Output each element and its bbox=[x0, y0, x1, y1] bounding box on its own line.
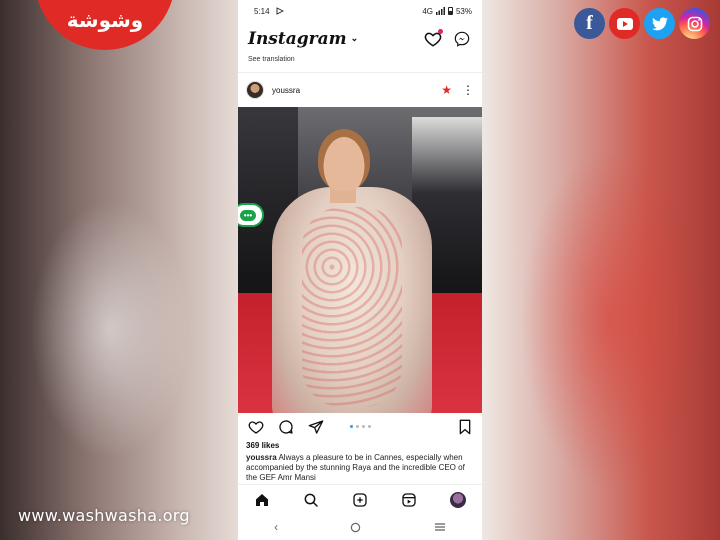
battery-percent: 53% bbox=[455, 6, 472, 16]
avatar[interactable] bbox=[246, 81, 264, 99]
profile-avatar[interactable] bbox=[449, 491, 466, 508]
activity-heart-icon[interactable] bbox=[424, 29, 443, 48]
post-photo[interactable]: ••• bbox=[238, 107, 482, 413]
bottom-nav bbox=[238, 484, 482, 514]
app-title-text: Instagram bbox=[248, 29, 347, 49]
site-logo-text: وشوشة bbox=[66, 8, 144, 32]
photo-dress bbox=[272, 187, 432, 413]
carousel-dot bbox=[362, 425, 365, 428]
carousel-dot bbox=[356, 425, 359, 428]
cast-icon bbox=[276, 7, 284, 15]
carousel-dot bbox=[368, 425, 371, 428]
battery-icon bbox=[447, 7, 453, 15]
favorite-star-icon[interactable]: ★ bbox=[441, 83, 452, 97]
post-caption: youssra Always a pleasure to be in Canne… bbox=[238, 453, 482, 483]
site-logo[interactable]: وشوشة bbox=[35, 0, 175, 50]
status-time: 5:14 bbox=[254, 6, 270, 16]
social-icons: f bbox=[574, 8, 710, 39]
home-circle-icon[interactable] bbox=[350, 522, 361, 533]
background-blur-right bbox=[520, 150, 700, 490]
post-user[interactable]: youssra bbox=[246, 81, 300, 99]
notification-dot bbox=[438, 29, 443, 34]
watermark-url: www.washwasha.org bbox=[18, 506, 190, 525]
photo-face bbox=[318, 129, 370, 191]
search-icon[interactable] bbox=[303, 492, 319, 508]
app-title[interactable]: Instagram ⌄ bbox=[248, 29, 358, 49]
twitter-icon[interactable] bbox=[644, 8, 675, 39]
likes-count[interactable]: 369 likes bbox=[238, 441, 482, 453]
recent-apps-icon[interactable] bbox=[434, 522, 446, 532]
home-icon[interactable] bbox=[254, 492, 270, 508]
app-header: Instagram ⌄ bbox=[238, 22, 482, 56]
facebook-icon[interactable]: f bbox=[574, 8, 605, 39]
caption-text: Always a pleasure to be in Cannes, espec… bbox=[246, 453, 465, 482]
bookmark-icon[interactable] bbox=[458, 419, 472, 435]
back-icon[interactable]: ‹ bbox=[274, 520, 278, 534]
new-post-icon[interactable] bbox=[352, 492, 368, 508]
floating-chat-label: ••• bbox=[239, 209, 257, 221]
youtube-icon[interactable] bbox=[609, 8, 640, 39]
system-nav-bar: ‹ bbox=[238, 514, 482, 540]
status-bar: 5:14 4G 53% bbox=[238, 0, 482, 22]
post-username[interactable]: youssra bbox=[272, 86, 300, 95]
signal-icon bbox=[435, 7, 445, 15]
phone-screen: 5:14 4G 53% Instagram ⌄ See translation … bbox=[238, 0, 482, 540]
post-header: youssra ★ ⋮ bbox=[238, 73, 482, 107]
messenger-icon[interactable] bbox=[454, 31, 470, 47]
caption-username[interactable]: youssra bbox=[246, 453, 277, 462]
network-type: 4G bbox=[422, 6, 433, 16]
more-options-icon[interactable]: ⋮ bbox=[462, 84, 474, 96]
post-actions bbox=[238, 413, 482, 441]
comment-icon[interactable] bbox=[278, 419, 294, 435]
like-heart-icon[interactable] bbox=[248, 419, 264, 435]
instagram-icon[interactable] bbox=[679, 8, 710, 39]
share-send-icon[interactable] bbox=[308, 419, 324, 435]
reels-icon[interactable] bbox=[401, 492, 417, 508]
carousel-indicator bbox=[350, 425, 371, 428]
floating-chat-button[interactable]: ••• bbox=[238, 203, 264, 227]
carousel-dot-active bbox=[350, 425, 353, 428]
see-translation-link[interactable]: See translation bbox=[238, 56, 482, 66]
chevron-down-icon: ⌄ bbox=[350, 34, 359, 44]
background-blur-left bbox=[30, 200, 190, 460]
